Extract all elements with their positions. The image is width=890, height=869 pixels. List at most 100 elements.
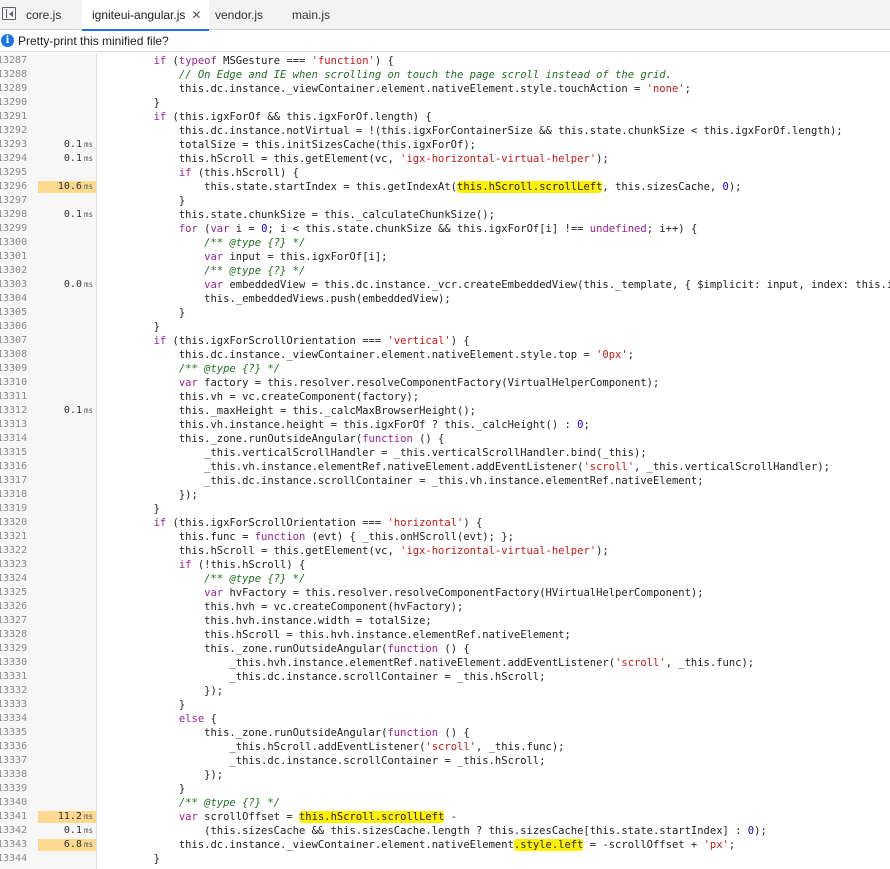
line-number[interactable]: 13305	[0, 306, 35, 320]
line-number[interactable]: 13325	[0, 586, 35, 600]
code-text[interactable]: }	[103, 96, 160, 110]
code-line[interactable]: 13299 for (var i = 0; i < this.state.chu…	[0, 222, 890, 236]
code-line[interactable]: 13338 });	[0, 768, 890, 782]
line-number[interactable]: 13315	[0, 446, 35, 460]
code-text[interactable]: this.vh = vc.createComponent(factory);	[103, 390, 419, 404]
code-text[interactable]: _this.hScroll.addEventListener('scroll',…	[103, 740, 564, 754]
code-line[interactable]: 13313 this.vh.instance.height = this.igx…	[0, 418, 890, 432]
code-text[interactable]: _this.vh.instance.elementRef.nativeEleme…	[103, 460, 830, 474]
code-line[interactable]: 13341 11.2 ms var scrollOffset = this.hScr…	[0, 810, 890, 824]
tab-main-js[interactable]: main.js	[292, 0, 330, 30]
code-line[interactable]: 13307 if (this.igxForScrollOrientation =…	[0, 334, 890, 348]
code-line[interactable]: 13337 _this.dc.instance.scrollContainer …	[0, 754, 890, 768]
code-line[interactable]: 13344 }	[0, 852, 890, 866]
code-text[interactable]: var scrollOffset = this.hScroll.scrollLe…	[103, 810, 457, 824]
code-text[interactable]: var input = this.igxForOf[i];	[103, 250, 387, 264]
code-text[interactable]: }	[103, 698, 185, 712]
tab-vendor-js[interactable]: vendor.js	[215, 0, 263, 30]
line-number[interactable]: 13304	[0, 292, 35, 306]
line-number[interactable]: 13319	[0, 502, 35, 516]
tab-core-js[interactable]: core.js	[26, 0, 61, 30]
line-number[interactable]: 13295	[0, 166, 35, 180]
code-text[interactable]: this.state.startIndex = this.getIndexAt(…	[103, 180, 742, 194]
toggle-navigator-icon[interactable]	[2, 7, 16, 20]
source-editor[interactable]: 13287 if (typeof MSGesture === 'function…	[0, 53, 890, 869]
line-number[interactable]: 13287	[0, 54, 35, 68]
line-number[interactable]: 13341	[0, 810, 35, 824]
line-number[interactable]: 13337	[0, 754, 35, 768]
code-line[interactable]: 13296 10.6 ms this.state.startIndex = this…	[0, 180, 890, 194]
line-number[interactable]: 13329	[0, 642, 35, 656]
line-number[interactable]: 13344	[0, 852, 35, 866]
code-line[interactable]: 13325 var hvFactory = this.resolver.reso…	[0, 586, 890, 600]
code-line[interactable]: 13315 _this.verticalScrollHandler = _thi…	[0, 446, 890, 460]
code-line[interactable]: 13342 0.1 ms (this.sizesCache && this.size…	[0, 824, 890, 838]
line-number[interactable]: 13289	[0, 82, 35, 96]
code-text[interactable]: _this.verticalScrollHandler = _this.vert…	[103, 446, 647, 460]
code-line[interactable]: 13304 this._embeddedViews.push(embeddedV…	[0, 292, 890, 306]
pretty-print-prompt[interactable]: Pretty-print this minified file?	[18, 34, 169, 48]
code-line[interactable]: 13320 if (this.igxForScrollOrientation =…	[0, 516, 890, 530]
code-line[interactable]: 13336 _this.hScroll.addEventListener('sc…	[0, 740, 890, 754]
line-number[interactable]: 13340	[0, 796, 35, 810]
code-text[interactable]: /** @type {?} */	[103, 264, 305, 278]
line-number[interactable]: 13323	[0, 558, 35, 572]
line-number[interactable]: 13338	[0, 768, 35, 782]
code-line[interactable]: 13319 }	[0, 502, 890, 516]
line-number[interactable]: 13292	[0, 124, 35, 138]
line-number[interactable]: 13307	[0, 334, 35, 348]
code-line[interactable]: 13330 _this.hvh.instance.elementRef.nati…	[0, 656, 890, 670]
line-number[interactable]: 13332	[0, 684, 35, 698]
code-text[interactable]: /** @type {?} */	[103, 362, 280, 376]
code-line[interactable]: 13300 /** @type {?} */	[0, 236, 890, 250]
code-line[interactable]: 13302 /** @type {?} */	[0, 264, 890, 278]
line-number[interactable]: 13327	[0, 614, 35, 628]
code-text[interactable]: /** @type {?} */	[103, 796, 280, 810]
code-line[interactable]: 13287 if (typeof MSGesture === 'function…	[0, 54, 890, 68]
code-line[interactable]: 13318 });	[0, 488, 890, 502]
line-number[interactable]: 13311	[0, 390, 35, 404]
code-text[interactable]: this.hvh = vc.createComponent(hvFactory)…	[103, 600, 463, 614]
code-text[interactable]: this._zone.runOutsideAngular(function ()…	[103, 642, 470, 656]
line-number[interactable]: 13326	[0, 600, 35, 614]
code-text[interactable]: this.hvh.instance.width = totalSize;	[103, 614, 432, 628]
line-number[interactable]: 13318	[0, 488, 35, 502]
code-text[interactable]: _this.dc.instance.scrollContainer = _thi…	[103, 474, 703, 488]
code-text[interactable]: }	[103, 782, 185, 796]
line-number[interactable]: 13306	[0, 320, 35, 334]
line-number[interactable]: 13331	[0, 670, 35, 684]
code-text[interactable]: }	[103, 194, 185, 208]
line-number[interactable]: 13301	[0, 250, 35, 264]
line-number[interactable]: 13290	[0, 96, 35, 110]
line-number[interactable]: 13322	[0, 544, 35, 558]
code-text[interactable]: this.dc.instance.notVirtual = !(this.igx…	[103, 124, 843, 138]
code-line[interactable]: 13333 }	[0, 698, 890, 712]
line-number[interactable]: 13330	[0, 656, 35, 670]
code-line[interactable]: 13326 this.hvh = vc.createComponent(hvFa…	[0, 600, 890, 614]
code-line[interactable]: 13323 if (!this.hScroll) {	[0, 558, 890, 572]
code-text[interactable]: this.vh.instance.height = this.igxForOf …	[103, 418, 590, 432]
code-text[interactable]: /** @type {?} */	[103, 236, 305, 250]
code-line[interactable]: 13292 this.dc.instance.notVirtual = !(th…	[0, 124, 890, 138]
code-text[interactable]: if (this.igxForScrollOrientation === 've…	[103, 334, 470, 348]
line-number[interactable]: 13320	[0, 516, 35, 530]
code-line[interactable]: 13310 var factory = this.resolver.resolv…	[0, 376, 890, 390]
code-text[interactable]: if (this.igxForScrollOrientation === 'ho…	[103, 516, 483, 530]
line-number[interactable]: 13309	[0, 362, 35, 376]
code-text[interactable]: var factory = this.resolver.resolveCompo…	[103, 376, 659, 390]
code-line[interactable]: 13321 this.func = function (evt) { _this…	[0, 530, 890, 544]
code-text[interactable]: this._zone.runOutsideAngular(function ()…	[103, 432, 445, 446]
code-text[interactable]: });	[103, 768, 223, 782]
line-number[interactable]: 13297	[0, 194, 35, 208]
tab-igniteui-angular-js[interactable]: igniteui-angular.js ✕	[82, 0, 210, 31]
line-number[interactable]: 13308	[0, 348, 35, 362]
line-number[interactable]: 13300	[0, 236, 35, 250]
close-icon[interactable]: ✕	[191, 0, 201, 30]
line-number[interactable]: 13343	[0, 838, 35, 852]
code-text[interactable]: this.hScroll = this.getElement(vc, 'igx-…	[103, 544, 609, 558]
code-line[interactable]: 13327 this.hvh.instance.width = totalSiz…	[0, 614, 890, 628]
code-text[interactable]: (this.sizesCache && this.sizesCache.leng…	[103, 824, 767, 838]
line-number[interactable]: 13303	[0, 278, 35, 292]
line-number[interactable]: 13334	[0, 712, 35, 726]
line-number[interactable]: 13333	[0, 698, 35, 712]
